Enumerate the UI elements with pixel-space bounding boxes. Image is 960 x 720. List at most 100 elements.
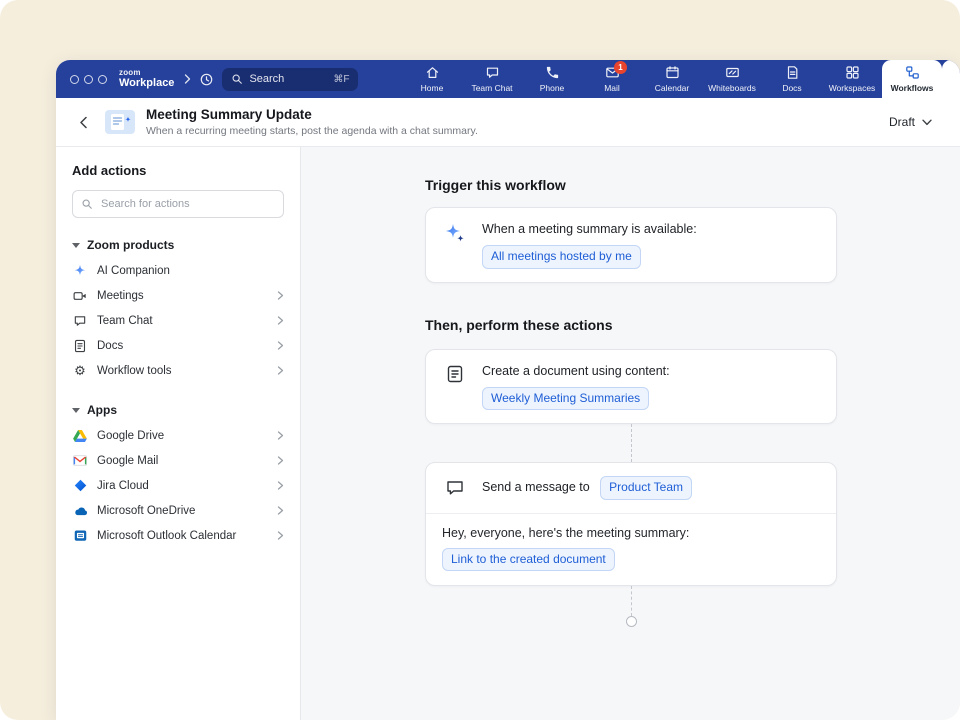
ai-sparkle-icon — [442, 221, 468, 269]
team-chat-icon — [72, 314, 88, 328]
sidebar-item-team-chat[interactable]: Team Chat — [72, 308, 284, 333]
sidebar-item-ai-companion[interactable]: AI Companion — [72, 258, 284, 283]
nav-item-team-chat[interactable]: Team Chat — [462, 60, 522, 98]
meetings-icon — [72, 289, 88, 303]
logo-workplace-text: Workplace — [119, 78, 174, 89]
docs-icon — [785, 65, 800, 80]
sidebar-item-google-mail[interactable]: Google Mail — [72, 448, 284, 473]
mail-unread-badge: 1 — [614, 61, 627, 74]
team-chat-icon — [485, 65, 500, 80]
workflow-tools-icon: ⚙ — [72, 364, 88, 377]
search-icon — [81, 198, 93, 210]
window-control-dot[interactable] — [70, 75, 79, 84]
sidebar-item-meetings[interactable]: Meetings — [72, 283, 284, 308]
nav-item-home[interactable]: Home — [402, 60, 462, 98]
nav-item-phone[interactable]: Phone — [522, 60, 582, 98]
dashed-connector — [631, 424, 632, 462]
action-text: Create a document using content: — [482, 363, 670, 379]
window-control-dot[interactable] — [84, 75, 93, 84]
action-card-send-message[interactable]: Send a message to Product Team Hey, ever… — [425, 462, 837, 586]
chevron-right-icon — [277, 506, 284, 515]
sidebar-item-microsoft-outlook-calendar[interactable]: Microsoft Outlook Calendar — [72, 523, 284, 548]
workflow-title: Meeting Summary Update — [146, 107, 478, 122]
document-icon — [442, 363, 468, 411]
zoom-workplace-logo: zoom Workplace — [119, 69, 174, 89]
actions-search-box[interactable] — [72, 190, 284, 218]
sidebar-item-workflow-tools[interactable]: ⚙ Workflow tools — [72, 358, 284, 383]
chevron-left-icon — [79, 116, 88, 129]
nav-item-label: Team Chat — [471, 83, 512, 93]
jira-cloud-icon — [72, 479, 88, 492]
nav-item-label: Docs — [782, 83, 801, 93]
nav-item-calendar[interactable]: Calendar — [642, 60, 702, 98]
sidebar-item-label: Microsoft OneDrive — [97, 505, 195, 517]
add-actions-sidebar: Add actions Zoom products AI Companion — [56, 147, 301, 720]
desktop-background: zoom Workplace Search ⌘F Hom — [0, 0, 960, 720]
nav-item-label: Workflows — [891, 83, 934, 93]
sidebar-title: Add actions — [72, 163, 284, 178]
nav-item-label: Whiteboards — [708, 83, 756, 93]
action-text: Send a message to — [482, 480, 590, 494]
section-apps[interactable]: Apps — [72, 403, 284, 417]
nav-item-workspaces[interactable]: Workspaces — [822, 60, 882, 98]
sidebar-item-label: Google Drive — [97, 430, 164, 442]
onedrive-icon — [72, 505, 88, 516]
trigger-card[interactable]: When a meeting summary is available: All… — [425, 207, 837, 283]
google-mail-icon — [72, 455, 88, 466]
draft-status-dropdown[interactable]: Draft — [879, 110, 942, 134]
global-search-button[interactable]: Search ⌘F — [222, 68, 358, 91]
google-drive-icon — [72, 430, 88, 442]
docs-icon — [72, 339, 88, 353]
window-control-dot[interactable] — [98, 75, 107, 84]
chevron-right-icon — [277, 481, 284, 490]
sidebar-item-google-drive[interactable]: Google Drive — [72, 423, 284, 448]
back-button[interactable] — [72, 111, 94, 133]
trigger-heading: Trigger this workflow — [425, 177, 837, 193]
add-step-node[interactable] — [626, 616, 637, 627]
action-card-create-document[interactable]: Create a document using content: Weekly … — [425, 349, 837, 425]
navbar-items: Home Team Chat Phone 1 Mail Ca — [402, 60, 960, 98]
chevron-right-icon — [277, 291, 284, 300]
chevron-right-icon — [277, 531, 284, 540]
message-icon — [442, 477, 468, 498]
chevron-right-icon — [277, 366, 284, 375]
nav-item-label: Workspaces — [829, 83, 876, 93]
chevron-down-icon — [922, 119, 932, 126]
calendar-icon — [665, 65, 680, 80]
sidebar-item-label: Microsoft Outlook Calendar — [97, 530, 236, 542]
sidebar-item-jira-cloud[interactable]: Jira Cloud — [72, 473, 284, 498]
message-link-tag[interactable]: Link to the created document — [442, 548, 615, 571]
workspaces-icon — [845, 65, 860, 80]
chevron-right-icon — [277, 341, 284, 350]
trigger-scope-tag[interactable]: All meetings hosted by me — [482, 245, 641, 268]
zoom-workplace-window: zoom Workplace Search ⌘F Hom — [56, 60, 960, 720]
document-content-tag[interactable]: Weekly Meeting Summaries — [482, 387, 649, 410]
nav-item-label: Mail — [604, 83, 620, 93]
section-zoom-products[interactable]: Zoom products — [72, 238, 284, 252]
workflow-header: Meeting Summary Update When a recurring … — [56, 98, 960, 147]
chevron-right-icon[interactable] — [184, 74, 191, 84]
window-controls[interactable] — [70, 75, 107, 84]
trigger-text: When a meeting summary is available: — [482, 221, 697, 237]
nav-item-whiteboards[interactable]: Whiteboards — [702, 60, 762, 98]
message-recipient-tag[interactable]: Product Team — [600, 476, 692, 499]
sidebar-item-label: Team Chat — [97, 315, 153, 327]
nav-item-workflows[interactable]: Workflows — [882, 60, 942, 98]
draft-status-label: Draft — [889, 115, 915, 129]
workflow-title-block: Meeting Summary Update When a recurring … — [146, 107, 478, 137]
history-icon[interactable] — [199, 72, 214, 87]
workflow-canvas: Trigger this workflow When a meeting sum… — [301, 147, 960, 720]
sidebar-item-microsoft-onedrive[interactable]: Microsoft OneDrive — [72, 498, 284, 523]
chevron-right-icon — [277, 316, 284, 325]
section-label: Zoom products — [87, 238, 174, 252]
actions-search-input[interactable] — [99, 197, 275, 211]
body-row: Add actions Zoom products AI Companion — [56, 147, 960, 720]
sidebar-item-label: Docs — [97, 340, 123, 352]
nav-item-label: Calendar — [655, 83, 690, 93]
dashed-connector — [631, 586, 632, 616]
nav-item-more[interactable]: More — [942, 60, 960, 98]
sidebar-item-label: AI Companion — [97, 265, 170, 277]
nav-item-mail[interactable]: 1 Mail — [582, 60, 642, 98]
sidebar-item-docs[interactable]: Docs — [72, 333, 284, 358]
nav-item-docs[interactable]: Docs — [762, 60, 822, 98]
